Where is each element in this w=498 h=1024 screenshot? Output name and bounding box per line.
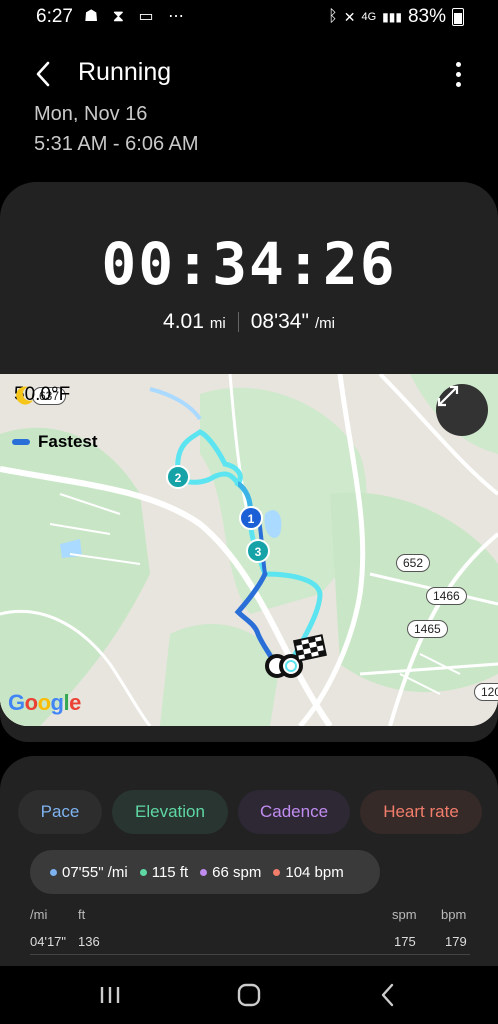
finish-flag-icon: [293, 634, 327, 662]
back-nav-icon: [381, 983, 394, 1007]
road-label: 120: [474, 683, 498, 701]
back-button[interactable]: [26, 54, 60, 94]
status-right: ᛒ ✕ 4G ▮▮▮ 83%: [328, 6, 464, 28]
bluetooth-icon: ᛒ: [328, 8, 338, 25]
google-attribution: Google: [8, 690, 81, 715]
hourglass-icon: ⧗: [112, 8, 127, 25]
route-map[interactable]: 1 2 3 637 652 1466 1465 120 50.0°F Faste…: [0, 374, 498, 726]
heart-axis-top: 179: [445, 934, 467, 949]
battery-text: 83%: [407, 6, 446, 27]
summary-divider: [237, 312, 239, 332]
page-title: Running: [78, 58, 172, 86]
status-bar: 6:27 ☗ ⧗ ▭ ⋯ ᛒ ✕ 4G ▮▮▮ 83%: [0, 0, 498, 36]
mute-icon: ✕: [343, 8, 356, 25]
pace-value: 08'34": [250, 310, 309, 333]
back-nav-button[interactable]: [368, 980, 408, 1010]
tab-cadence[interactable]: Cadence: [238, 790, 350, 834]
4g-lte-icon: 4G: [361, 11, 377, 23]
fastest-legend-swatch: [12, 439, 30, 445]
distance-unit: mi: [209, 315, 226, 332]
pace-axis-unit: /mi: [30, 907, 48, 922]
more-dot-icon: [455, 81, 461, 87]
summary-row: 4.01 mi 08'34" /mi: [0, 310, 498, 334]
workout-time-range: 5:31 AM - 6:06 AM: [34, 133, 199, 155]
marker-1: 1: [248, 512, 255, 526]
more-dot-icon: [455, 71, 461, 77]
expand-icon: [437, 385, 459, 407]
readout-heart-rate: 104 bpm: [285, 863, 344, 881]
workout-date: Mon, Nov 16: [34, 104, 148, 122]
heart-dot-icon: [273, 868, 281, 876]
battery-icon: [452, 8, 464, 26]
road-label: 1466: [426, 587, 467, 605]
more-dot-icon: [455, 61, 461, 67]
tab-elevation[interactable]: Elevation: [112, 790, 228, 834]
expand-map-button[interactable]: [436, 384, 488, 436]
readout-elevation: 115 ft: [151, 863, 189, 881]
status-time: 6:27: [36, 6, 73, 27]
pace-dot-icon: [50, 868, 57, 876]
home-button[interactable]: [229, 980, 269, 1010]
message-icon: ▭: [138, 8, 156, 25]
chart-card: Pace Elevation Cadence Heart rate 07'55"…: [0, 756, 498, 966]
moon-icon: [16, 386, 33, 405]
cadence-axis-unit: spm: [392, 907, 417, 922]
distance-value: 4.01: [163, 310, 204, 333]
elevation-axis-unit: ft: [78, 907, 86, 922]
system-nav-bar: [0, 966, 498, 1024]
marker-3: 3: [255, 545, 262, 559]
marker-2: 2: [175, 471, 182, 485]
duration-value: 00:34:26: [101, 230, 397, 298]
weather-chip: 50.0°F: [14, 384, 70, 406]
notification-icons: ☗ ⧗ ▭ ⋯: [84, 6, 192, 26]
tab-heart-rate[interactable]: Heart rate: [360, 790, 482, 834]
chart-tabs: Pace Elevation Cadence Heart rate: [18, 790, 482, 834]
readout-pace: 07'55" /mi: [62, 863, 128, 881]
chart-readout: 07'55" /mi 115 ft 66 spm 104 bpm: [30, 850, 380, 894]
signal-icon: ▮▮▮: [382, 10, 402, 24]
legend-fastest: Fastest: [12, 432, 98, 452]
heart-axis-unit: bpm: [441, 907, 467, 922]
app-bar: Running: [0, 48, 498, 100]
elevation-dot-icon: [139, 868, 147, 876]
pace-unit: /mi: [314, 315, 335, 332]
more-notifications-icon: ⋯: [168, 8, 187, 25]
map-canvas: 1 2 3: [0, 374, 498, 726]
readout-cadence: 66 spm: [212, 863, 262, 881]
recents-icon: [100, 987, 120, 1003]
more-options-button[interactable]: [448, 58, 468, 90]
elevation-axis-top: 136: [78, 934, 100, 949]
tab-pace[interactable]: Pace: [18, 790, 102, 834]
road-label: 1465: [407, 620, 448, 638]
back-arrow-icon: [36, 61, 50, 87]
legend-label: Fastest: [38, 432, 98, 451]
stats-card: 00:34:26 4.01 mi 08'34" /mi 1 2 3 637 65…: [0, 182, 498, 742]
cadence-dot-icon: [200, 868, 208, 876]
running-notification-icon: ☗: [84, 8, 101, 25]
road-label: 652: [396, 554, 431, 572]
chart-gridline: [30, 954, 470, 955]
recents-button[interactable]: [90, 980, 130, 1010]
cadence-axis-top: 175: [394, 934, 416, 949]
home-icon: [237, 983, 261, 1007]
pace-axis-top: 04'17": [30, 934, 67, 949]
screen: 6:27 ☗ ⧗ ▭ ⋯ ᛒ ✕ 4G ▮▮▮ 83% Running Mon,…: [0, 0, 498, 1024]
